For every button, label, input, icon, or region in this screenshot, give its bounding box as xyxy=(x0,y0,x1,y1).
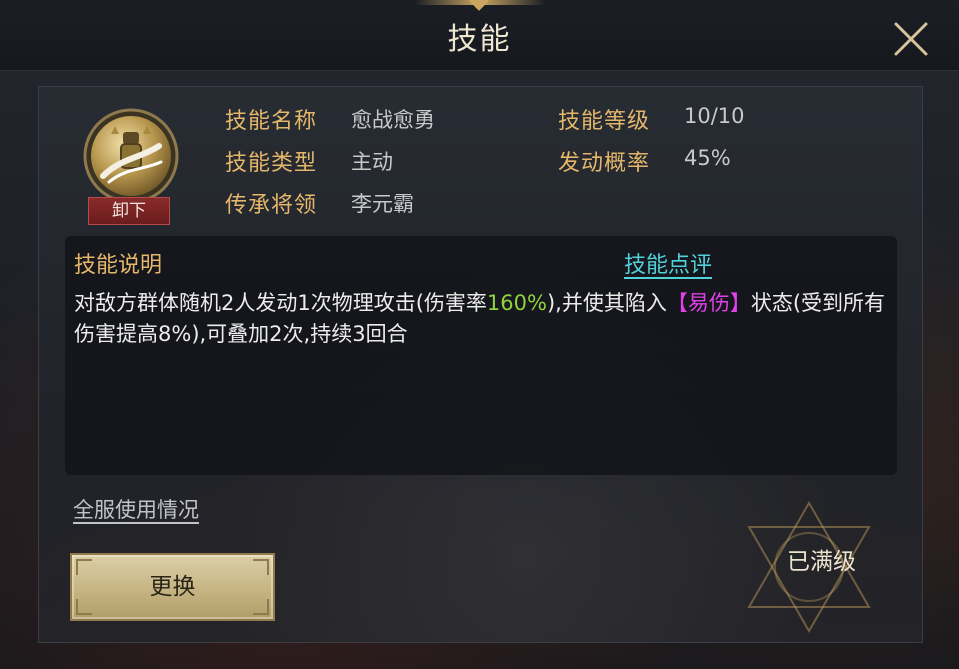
dialog-title: 技能 xyxy=(447,22,512,57)
inheritor-label: 传承将领 xyxy=(225,193,318,218)
description-title: 技能说明 xyxy=(74,253,163,278)
skill-type-label: 技能类型 xyxy=(225,151,318,176)
trigger-rate-value: 45% xyxy=(684,146,731,170)
button-corner-ornament xyxy=(76,599,92,615)
skill-description-box: 技能说明 技能点评 对敌方群体随机2人发动1次物理攻击(伤害率160%),并使其… xyxy=(65,236,897,475)
dialog-header: 技能 xyxy=(0,0,959,71)
header-gem-icon xyxy=(469,0,489,11)
trigger-rate-label: 发动概率 xyxy=(558,151,651,176)
server-usage-link[interactable]: 全服使用情况 xyxy=(73,494,199,524)
skill-level-label: 技能等级 xyxy=(558,109,651,134)
skill-dialog-screen: 技能 卸下 技能名称 愈战愈勇 技能类型 主动 传承将领 李元霸 技能等级 10… xyxy=(0,0,959,669)
skill-info-panel: 卸下 技能名称 愈战愈勇 技能类型 主动 传承将领 李元霸 技能等级 10/10… xyxy=(38,86,923,643)
damage-rate-highlight: 160% xyxy=(486,291,547,315)
vulnerable-status-highlight[interactable]: 【易伤】 xyxy=(667,291,751,315)
button-corner-ornament xyxy=(253,559,269,575)
description-text: 对敌方群体随机2人发动1次物理攻击(伤害率160%),并使其陷入【易伤】状态(受… xyxy=(74,288,886,350)
button-corner-ornament xyxy=(76,559,92,575)
change-button-label: 更换 xyxy=(149,574,196,600)
description-text-part: 对敌方群体随机2人发动1次物理攻击(伤害率 xyxy=(74,291,487,315)
close-button[interactable] xyxy=(888,16,934,62)
skill-name-label: 技能名称 xyxy=(225,109,318,134)
skill-emblem-icon xyxy=(83,108,179,204)
max-level-label: 已满级 xyxy=(787,549,856,575)
skill-review-link[interactable]: 技能点评 xyxy=(624,247,712,279)
unequip-button[interactable]: 卸下 xyxy=(88,197,170,225)
skill-icon[interactable] xyxy=(81,106,181,206)
skill-type-value: 主动 xyxy=(351,150,393,174)
change-skill-button[interactable]: 更换 xyxy=(70,553,275,621)
skill-name-value: 愈战愈勇 xyxy=(351,108,435,132)
description-text-part: ),并使其陷入 xyxy=(546,291,667,315)
button-corner-ornament xyxy=(253,599,269,615)
close-icon xyxy=(894,22,928,56)
skill-level-value: 10/10 xyxy=(684,104,745,128)
inheritor-value: 李元霸 xyxy=(351,192,414,216)
